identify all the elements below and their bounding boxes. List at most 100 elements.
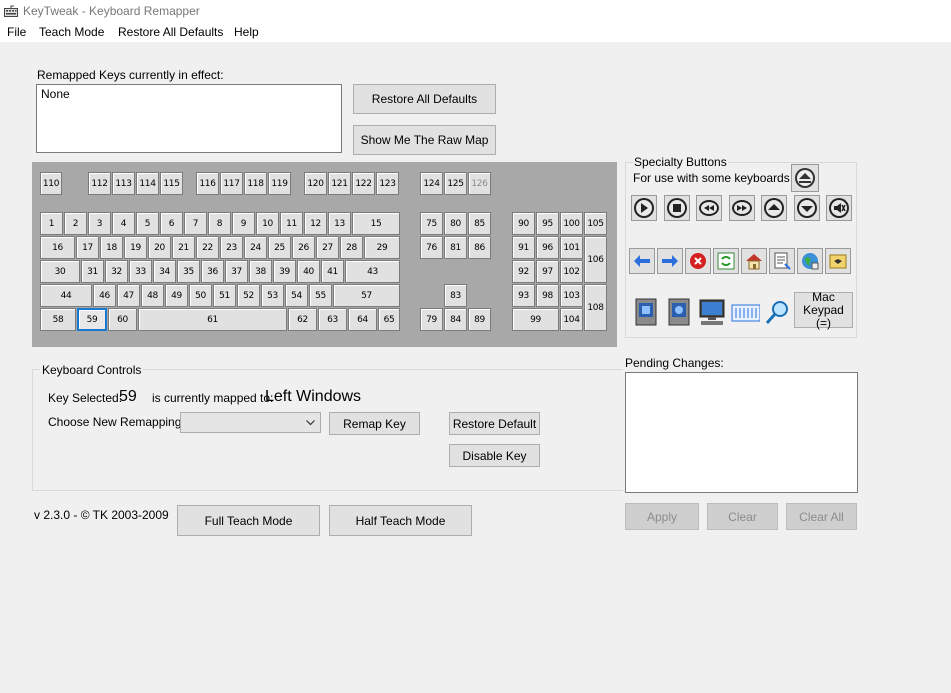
key-22[interactable]: 22 [196,236,219,259]
volume-up-button[interactable] [761,195,787,221]
key-51[interactable]: 51 [213,284,236,307]
key-44[interactable]: 44 [40,284,92,307]
key-123[interactable]: 123 [376,172,399,195]
key-30[interactable]: 30 [40,260,80,283]
key-34[interactable]: 34 [153,260,176,283]
clear-all-button[interactable]: Clear All [786,503,857,530]
key-6[interactable]: 6 [160,212,183,235]
key-81[interactable]: 81 [444,236,467,259]
key-116[interactable]: 116 [196,172,219,195]
key-76[interactable]: 76 [420,236,443,259]
key-126[interactable]: 126 [468,172,491,195]
key-2[interactable]: 2 [64,212,87,235]
key-59[interactable]: 59 [77,308,107,331]
key-28[interactable]: 28 [340,236,363,259]
key-84[interactable]: 84 [444,308,467,331]
key-121[interactable]: 121 [328,172,351,195]
volume-down-button[interactable] [793,195,820,221]
key-9[interactable]: 9 [232,212,255,235]
key-12[interactable]: 12 [304,212,327,235]
remapped-keys-list[interactable]: None [36,84,342,153]
key-80[interactable]: 80 [444,212,467,235]
full-teach-mode-button[interactable]: Full Teach Mode [177,505,320,536]
key-50[interactable]: 50 [189,284,212,307]
menu-help[interactable]: Help [234,25,259,39]
key-113[interactable]: 113 [112,172,135,195]
favorites-button[interactable] [769,248,795,274]
key-95[interactable]: 95 [536,212,559,235]
key-43[interactable]: 43 [345,260,400,283]
key-33[interactable]: 33 [129,260,152,283]
restore-all-defaults-button[interactable]: Restore All Defaults [353,84,496,114]
key-37[interactable]: 37 [225,260,248,283]
key-24[interactable]: 24 [244,236,267,259]
key-98[interactable]: 98 [536,284,559,307]
key-16[interactable]: 16 [40,236,75,259]
key-35[interactable]: 35 [177,260,200,283]
key-38[interactable]: 38 [249,260,272,283]
key-10[interactable]: 10 [256,212,279,235]
play-pause-button[interactable] [631,195,657,221]
key-52[interactable]: 52 [237,284,260,307]
key-21[interactable]: 21 [172,236,195,259]
key-7[interactable]: 7 [184,212,207,235]
mail-button[interactable] [825,248,851,274]
key-49[interactable]: 49 [165,284,188,307]
key-85[interactable]: 85 [468,212,491,235]
web-search-globe-button[interactable] [797,248,823,274]
key-110[interactable]: 110 [40,172,62,195]
home-button[interactable] [741,248,767,274]
key-5[interactable]: 5 [136,212,159,235]
back-arrow-button[interactable] [629,248,655,274]
key-65[interactable]: 65 [378,308,400,331]
key-41[interactable]: 41 [321,260,344,283]
key-90[interactable]: 90 [512,212,535,235]
key-124[interactable]: 124 [420,172,443,195]
key-11[interactable]: 11 [280,212,303,235]
key-83[interactable]: 83 [444,284,467,307]
key-117[interactable]: 117 [220,172,243,195]
key-108[interactable]: 108 [584,284,607,331]
stop-button[interactable] [663,195,690,221]
key-63[interactable]: 63 [318,308,347,331]
key-120[interactable]: 120 [304,172,327,195]
key-32[interactable]: 32 [105,260,128,283]
remap-key-button[interactable]: Remap Key [329,412,420,435]
key-122[interactable]: 122 [352,172,375,195]
key-64[interactable]: 64 [348,308,377,331]
refresh-button[interactable] [713,248,739,274]
key-99[interactable]: 99 [512,308,559,331]
key-115[interactable]: 115 [160,172,183,195]
eject-button[interactable] [791,164,819,192]
key-106[interactable]: 106 [584,236,607,283]
key-62[interactable]: 62 [288,308,317,331]
forward-arrow-button[interactable] [657,248,683,274]
key-91[interactable]: 91 [512,236,535,259]
key-101[interactable]: 101 [560,236,583,259]
key-57[interactable]: 57 [333,284,400,307]
my-computer-button[interactable] [631,296,663,328]
key-93[interactable]: 93 [512,284,535,307]
key-118[interactable]: 118 [244,172,267,195]
key-25[interactable]: 25 [268,236,291,259]
key-119[interactable]: 119 [268,172,291,195]
key-86[interactable]: 86 [468,236,491,259]
restore-default-button[interactable]: Restore Default [449,412,540,435]
pending-changes-list[interactable] [625,372,858,493]
previous-track-button[interactable] [696,195,722,221]
search-button[interactable] [761,296,793,328]
key-58[interactable]: 58 [40,308,76,331]
key-54[interactable]: 54 [285,284,308,307]
calculator-button[interactable] [729,296,761,328]
key-36[interactable]: 36 [201,260,224,283]
key-100[interactable]: 100 [560,212,583,235]
key-89[interactable]: 89 [468,308,491,331]
key-75[interactable]: 75 [420,212,443,235]
key-19[interactable]: 19 [124,236,147,259]
computer-button[interactable] [696,296,728,328]
clear-button[interactable]: Clear [707,503,778,530]
key-15[interactable]: 15 [352,212,400,235]
key-3[interactable]: 3 [88,212,111,235]
key-114[interactable]: 114 [136,172,159,195]
key-60[interactable]: 60 [108,308,137,331]
